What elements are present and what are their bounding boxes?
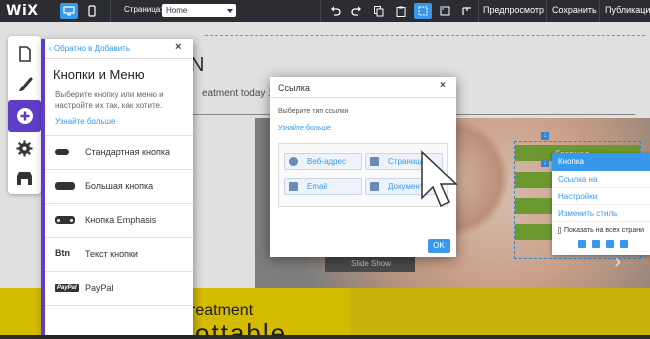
- page-icon: [370, 157, 379, 166]
- context-menu-title: Кнопка: [552, 153, 650, 171]
- paypal-button-item[interactable]: PayPal PayPal: [45, 271, 193, 305]
- checkbox[interactable]: [558, 226, 561, 234]
- toolbar-divider: [478, 0, 479, 22]
- ok-button[interactable]: OK: [428, 239, 450, 253]
- arrange-icon[interactable]: [620, 240, 628, 248]
- page-label: Страница:: [124, 5, 163, 14]
- duplicate-icon[interactable]: [592, 240, 600, 248]
- button-context-menu: Кнопка Ссылка на Настройки Изменить стил…: [552, 153, 650, 255]
- envelope-icon: [289, 182, 298, 191]
- left-toolbar: [8, 36, 41, 194]
- brush-icon: [18, 77, 32, 91]
- globe-icon: [289, 157, 298, 166]
- rail-pages[interactable]: [8, 38, 41, 70]
- context-icon-row: [552, 238, 650, 248]
- toolbar-divider: [110, 0, 111, 22]
- desktop-icon: [63, 6, 75, 16]
- close-icon[interactable]: ×: [175, 41, 181, 53]
- show-on-all-pages-option[interactable]: Показать на всех страни: [552, 222, 650, 238]
- panel-title: Кнопки и Меню: [53, 67, 145, 82]
- back-link-label: Обратно в Добавить: [53, 44, 130, 53]
- emphasis-button-item[interactable]: Кнопка Emphasis: [45, 203, 193, 237]
- learn-more-link[interactable]: Узнайте больше: [278, 125, 331, 132]
- rulers-toggle[interactable]: [458, 3, 476, 19]
- toolbar-divider: [320, 0, 321, 22]
- panel-description: Выберите кнопку или меню и настройте их …: [55, 90, 164, 110]
- preview-button[interactable]: Предпросмотр: [483, 5, 544, 15]
- link-type-label: Документ: [388, 182, 424, 191]
- snap-icon: [440, 6, 450, 16]
- link-type-label: Веб-адрес: [307, 157, 346, 166]
- context-link-to[interactable]: Ссылка на: [552, 171, 650, 188]
- plus-circle-icon: [16, 108, 33, 124]
- link-type-web-address[interactable]: Веб-адрес: [284, 153, 362, 170]
- large-button-item[interactable]: Большая кнопка: [45, 169, 193, 203]
- large-button-icon: [55, 182, 75, 190]
- paste-button[interactable]: [392, 3, 410, 19]
- copy-icon: [374, 5, 384, 16]
- item-label: PayPal: [85, 283, 114, 293]
- toolbar-divider: [599, 0, 600, 22]
- text-button-item[interactable]: Btn Текст кнопки: [45, 237, 193, 271]
- add-panel: ‹ Обратно в Добавить × Кнопки и Меню Выб…: [41, 39, 193, 335]
- snap-toggle[interactable]: [436, 3, 454, 19]
- item-label: Стандартная кнопка: [85, 147, 170, 157]
- link-type-email[interactable]: Email: [284, 178, 362, 195]
- delete-icon[interactable]: [606, 240, 614, 248]
- store-icon: [17, 171, 32, 185]
- gridlines-icon: [418, 6, 428, 16]
- item-label: Большая кнопка: [85, 181, 154, 191]
- back-to-add-link[interactable]: ‹ Обратно в Добавить: [49, 44, 130, 53]
- save-button[interactable]: Сохранить: [552, 5, 597, 15]
- rail-app-market[interactable]: [8, 162, 41, 194]
- rail-design[interactable]: [8, 69, 41, 101]
- chevron-down-icon: [227, 9, 233, 13]
- paypal-icon: PayPal: [55, 284, 79, 292]
- text-button-icon: Btn: [55, 248, 70, 258]
- page-select[interactable]: Home: [162, 4, 236, 17]
- cursor-arrow-icon: [421, 150, 458, 208]
- item-label: Кнопка Emphasis: [85, 215, 157, 225]
- redo-button[interactable]: [347, 3, 365, 19]
- rail-add[interactable]: [8, 100, 41, 132]
- learn-more-link[interactable]: Узнайте больше: [55, 117, 115, 126]
- context-settings[interactable]: Настройки: [552, 188, 650, 205]
- download-icon: [370, 182, 379, 191]
- toolbar-divider: [546, 0, 547, 22]
- page-select-value: Home: [166, 6, 188, 15]
- close-icon[interactable]: ×: [440, 80, 446, 91]
- undo-icon: [330, 6, 341, 16]
- top-toolbar: WiX Страница: Home Предпросмотр Сохранит…: [0, 0, 650, 22]
- paste-icon: [396, 6, 406, 17]
- show-on-all-pages-label: Показать на всех страни: [564, 226, 644, 234]
- gear-icon: [16, 140, 33, 156]
- desktop-view-button[interactable]: [60, 3, 78, 19]
- publish-button[interactable]: Публикация: [605, 5, 650, 15]
- standard-button-item[interactable]: Стандартная кнопка: [45, 135, 193, 169]
- redo-icon: [350, 6, 361, 16]
- copy-icon[interactable]: [578, 240, 586, 248]
- dialog-subtitle: Выберите тип ссылки: [278, 108, 349, 115]
- gridlines-toggle[interactable]: [414, 3, 432, 19]
- standard-button-icon: [55, 149, 69, 155]
- link-type-label: Страница: [388, 157, 425, 166]
- mobile-icon: [88, 5, 96, 17]
- emphasis-button-icon: [55, 216, 75, 224]
- item-label: Текст кнопки: [85, 249, 138, 259]
- ruler-icon: [462, 7, 471, 15]
- divider: [45, 58, 193, 59]
- divider: [270, 97, 456, 98]
- list-item[interactable]: [45, 305, 193, 339]
- copy-button[interactable]: [370, 3, 388, 19]
- page-icon: [18, 45, 31, 62]
- link-type-label: Email: [307, 182, 328, 191]
- rail-settings[interactable]: [8, 132, 41, 164]
- wix-logo: WiX: [6, 3, 39, 19]
- dialog-title: Ссылка: [278, 83, 310, 93]
- context-change-style[interactable]: Изменить стиль: [552, 205, 650, 222]
- mobile-view-button[interactable]: [83, 3, 101, 19]
- undo-button[interactable]: [326, 3, 344, 19]
